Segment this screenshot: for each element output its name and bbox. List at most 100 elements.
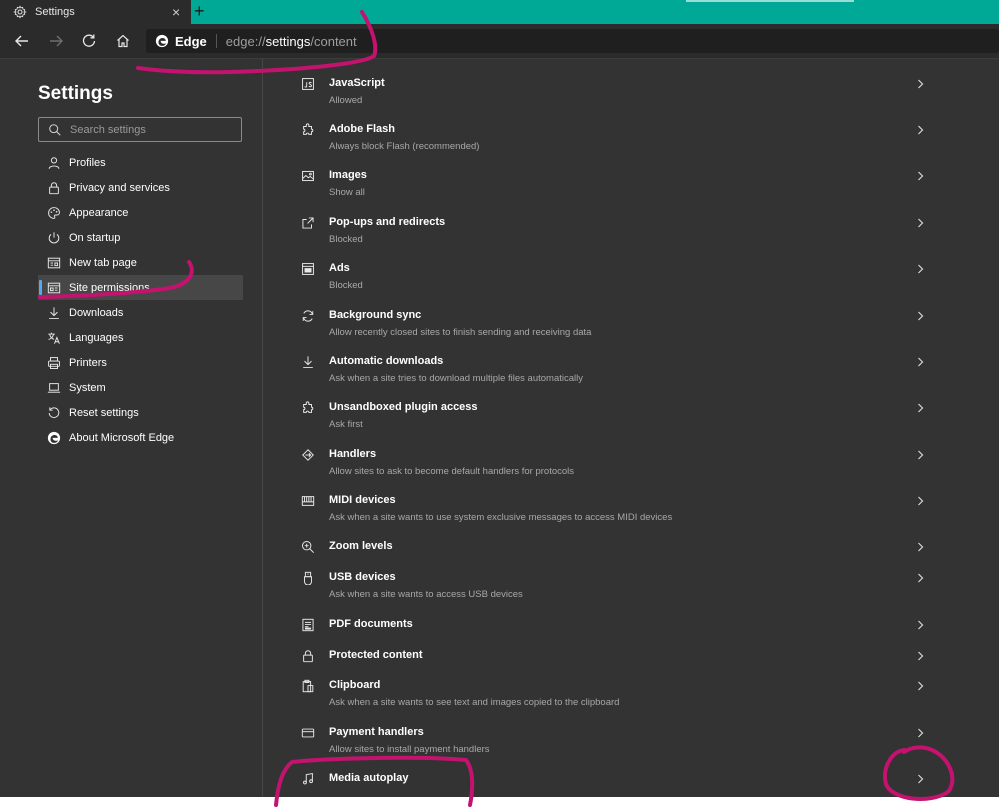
permission-subtitle: Ask first	[329, 419, 363, 430]
permission-row-background-sync[interactable]: Background sync Allow recently closed sit…	[263, 309, 999, 348]
tab-settings[interactable]: Settings ×	[0, 0, 191, 24]
puzzle-icon	[303, 401, 314, 413]
zoom-icon	[302, 541, 315, 554]
sidebar-item-languages[interactable]: Languages	[38, 325, 243, 350]
sidebar-item-system[interactable]: System	[38, 375, 243, 400]
permission-title: PDF documents	[329, 618, 413, 630]
permission-title: MIDI devices	[329, 494, 396, 506]
handlers-icon	[302, 449, 314, 461]
laptop-icon	[47, 382, 61, 393]
permission-title: Images	[329, 169, 367, 181]
home-icon	[117, 34, 129, 48]
chevron-right-icon	[918, 573, 924, 583]
permission-title: Handlers	[329, 448, 377, 460]
permission-row-unsandboxed-plugin-access[interactable]: Unsandboxed plugin access Ask first	[263, 401, 999, 440]
permission-row-usb-devices[interactable]: USB devices Ask when a site wants to acce…	[263, 571, 999, 610]
permission-title: Automatic downloads	[329, 355, 444, 367]
sidebar-item-label: Downloads	[69, 306, 124, 319]
chevron-right-icon	[918, 774, 924, 784]
sidebar-item-label: Profiles	[69, 156, 106, 169]
permission-title: USB devices	[329, 571, 396, 583]
title-bar: Settings × +	[0, 0, 999, 24]
image-icon	[302, 170, 314, 182]
permission-subtitle: Ask when a site tries to download multip…	[329, 373, 583, 384]
permission-row-images[interactable]: Images Show all	[263, 169, 999, 208]
sidebar-item-profiles[interactable]: Profiles	[38, 150, 243, 175]
pdf-icon	[302, 618, 314, 632]
usb-icon	[304, 571, 312, 585]
permission-subtitle: Blocked	[329, 234, 363, 245]
sidebar-item-downloads[interactable]: Downloads	[38, 300, 243, 325]
chevron-right-icon	[918, 403, 924, 413]
permission-row-pdf-documents[interactable]: PDF documents	[263, 618, 999, 641]
permission-subtitle: Allow recently closed sites to finish se…	[329, 327, 592, 338]
sidebar-item-label: Site permissions	[69, 281, 150, 294]
settings-sidebar: Settings Profiles Privacy and services App…	[0, 59, 263, 807]
permission-row-clipboard[interactable]: Clipboard Ask when a site wants to see te…	[263, 679, 999, 718]
permission-row-pop-ups-and-redirects[interactable]: Pop-ups and redirects Blocked	[263, 216, 999, 255]
permission-row-handlers[interactable]: Handlers Allow sites to ask to become def…	[263, 448, 999, 487]
forward-button[interactable]	[46, 31, 66, 51]
refresh-button[interactable]	[79, 31, 99, 51]
url-host: settings	[265, 33, 311, 49]
chevron-right-icon	[918, 651, 924, 661]
sidebar-item-reset-settings[interactable]: Reset settings	[38, 400, 243, 425]
refresh-icon	[82, 34, 96, 47]
sidebar-item-printers[interactable]: Printers	[38, 350, 243, 375]
clipboard-icon	[302, 679, 314, 693]
permission-title: Unsandboxed plugin access	[329, 401, 478, 413]
person-icon	[48, 156, 60, 169]
sidebar-item-label: New tab page	[69, 256, 137, 269]
address-url[interactable]: edge://settings/content	[226, 34, 357, 49]
sidebar-item-site-permissions[interactable]: Site permissions	[38, 275, 243, 300]
permission-row-adobe-flash[interactable]: Adobe Flash Always block Flash (recommend…	[263, 123, 999, 162]
url-prefix: edge://	[225, 33, 266, 49]
chevron-right-icon	[918, 728, 924, 738]
sidebar-item-privacy-and-services[interactable]: Privacy and services	[38, 175, 243, 200]
permission-row-media-autoplay[interactable]: Media autoplay	[263, 772, 999, 795]
permission-row-automatic-downloads[interactable]: Automatic downloads Ask when a site tries…	[263, 355, 999, 394]
back-button[interactable]	[12, 31, 32, 51]
sidebar-nav: Profiles Privacy and services Appearance On…	[38, 150, 243, 450]
address-bar[interactable]: Edge edge://settings/content	[146, 29, 999, 53]
search-icon	[49, 123, 61, 136]
permission-row-payment-handlers[interactable]: Payment handlers Allow sites to install p…	[263, 726, 999, 765]
edge-logo-icon	[47, 431, 61, 444]
printer-icon	[48, 356, 60, 369]
languages-icon	[48, 332, 60, 344]
permission-row-protected-content[interactable]: Protected content	[263, 649, 999, 672]
search-box[interactable]	[38, 117, 242, 142]
sidebar-item-label: Languages	[69, 331, 124, 344]
cropped-bottom-strip	[0, 797, 999, 807]
permission-row-midi-devices[interactable]: MIDI devices Ask when a site wants to use…	[263, 494, 999, 533]
chevron-right-icon	[918, 620, 924, 630]
chevron-right-icon	[918, 171, 924, 181]
home-button[interactable]	[113, 31, 133, 51]
download-icon	[49, 306, 59, 319]
address-divider	[215, 34, 217, 48]
chevron-right-icon	[918, 264, 924, 274]
permission-row-zoom-levels[interactable]: Zoom levels	[263, 540, 999, 563]
sidebar-item-appearance[interactable]: Appearance	[38, 200, 243, 225]
palette-icon	[48, 206, 60, 219]
permission-row-javascript[interactable]: JavaScript Allowed	[263, 77, 999, 116]
sync-icon	[302, 310, 314, 322]
sidebar-item-about-microsoft-edge[interactable]: About Microsoft Edge	[38, 425, 243, 450]
sidebar-title: Settings	[38, 83, 113, 104]
permission-subtitle: Ask when a site wants to see text and im…	[329, 697, 620, 708]
javascript-icon	[302, 78, 314, 90]
close-tab-button[interactable]: ×	[172, 4, 180, 20]
sidebar-item-label: Printers	[69, 356, 107, 369]
sidebar-item-label: Appearance	[69, 206, 129, 219]
chevron-right-icon	[918, 218, 924, 228]
sidebar-item-new-tab-page[interactable]: New tab page	[38, 250, 243, 275]
chevron-right-icon	[918, 311, 924, 321]
new-tab-button[interactable]: +	[194, 2, 205, 20]
sidebar-item-label: On startup	[69, 231, 121, 244]
permission-title: Pop-ups and redirects	[329, 216, 446, 228]
search-input[interactable]	[68, 122, 232, 137]
permission-subtitle: Allowed	[329, 95, 363, 106]
sidebar-item-on-startup[interactable]: On startup	[38, 225, 243, 250]
permission-row-ads[interactable]: Ads Blocked	[263, 262, 999, 301]
permission-subtitle: Show all	[329, 187, 365, 198]
